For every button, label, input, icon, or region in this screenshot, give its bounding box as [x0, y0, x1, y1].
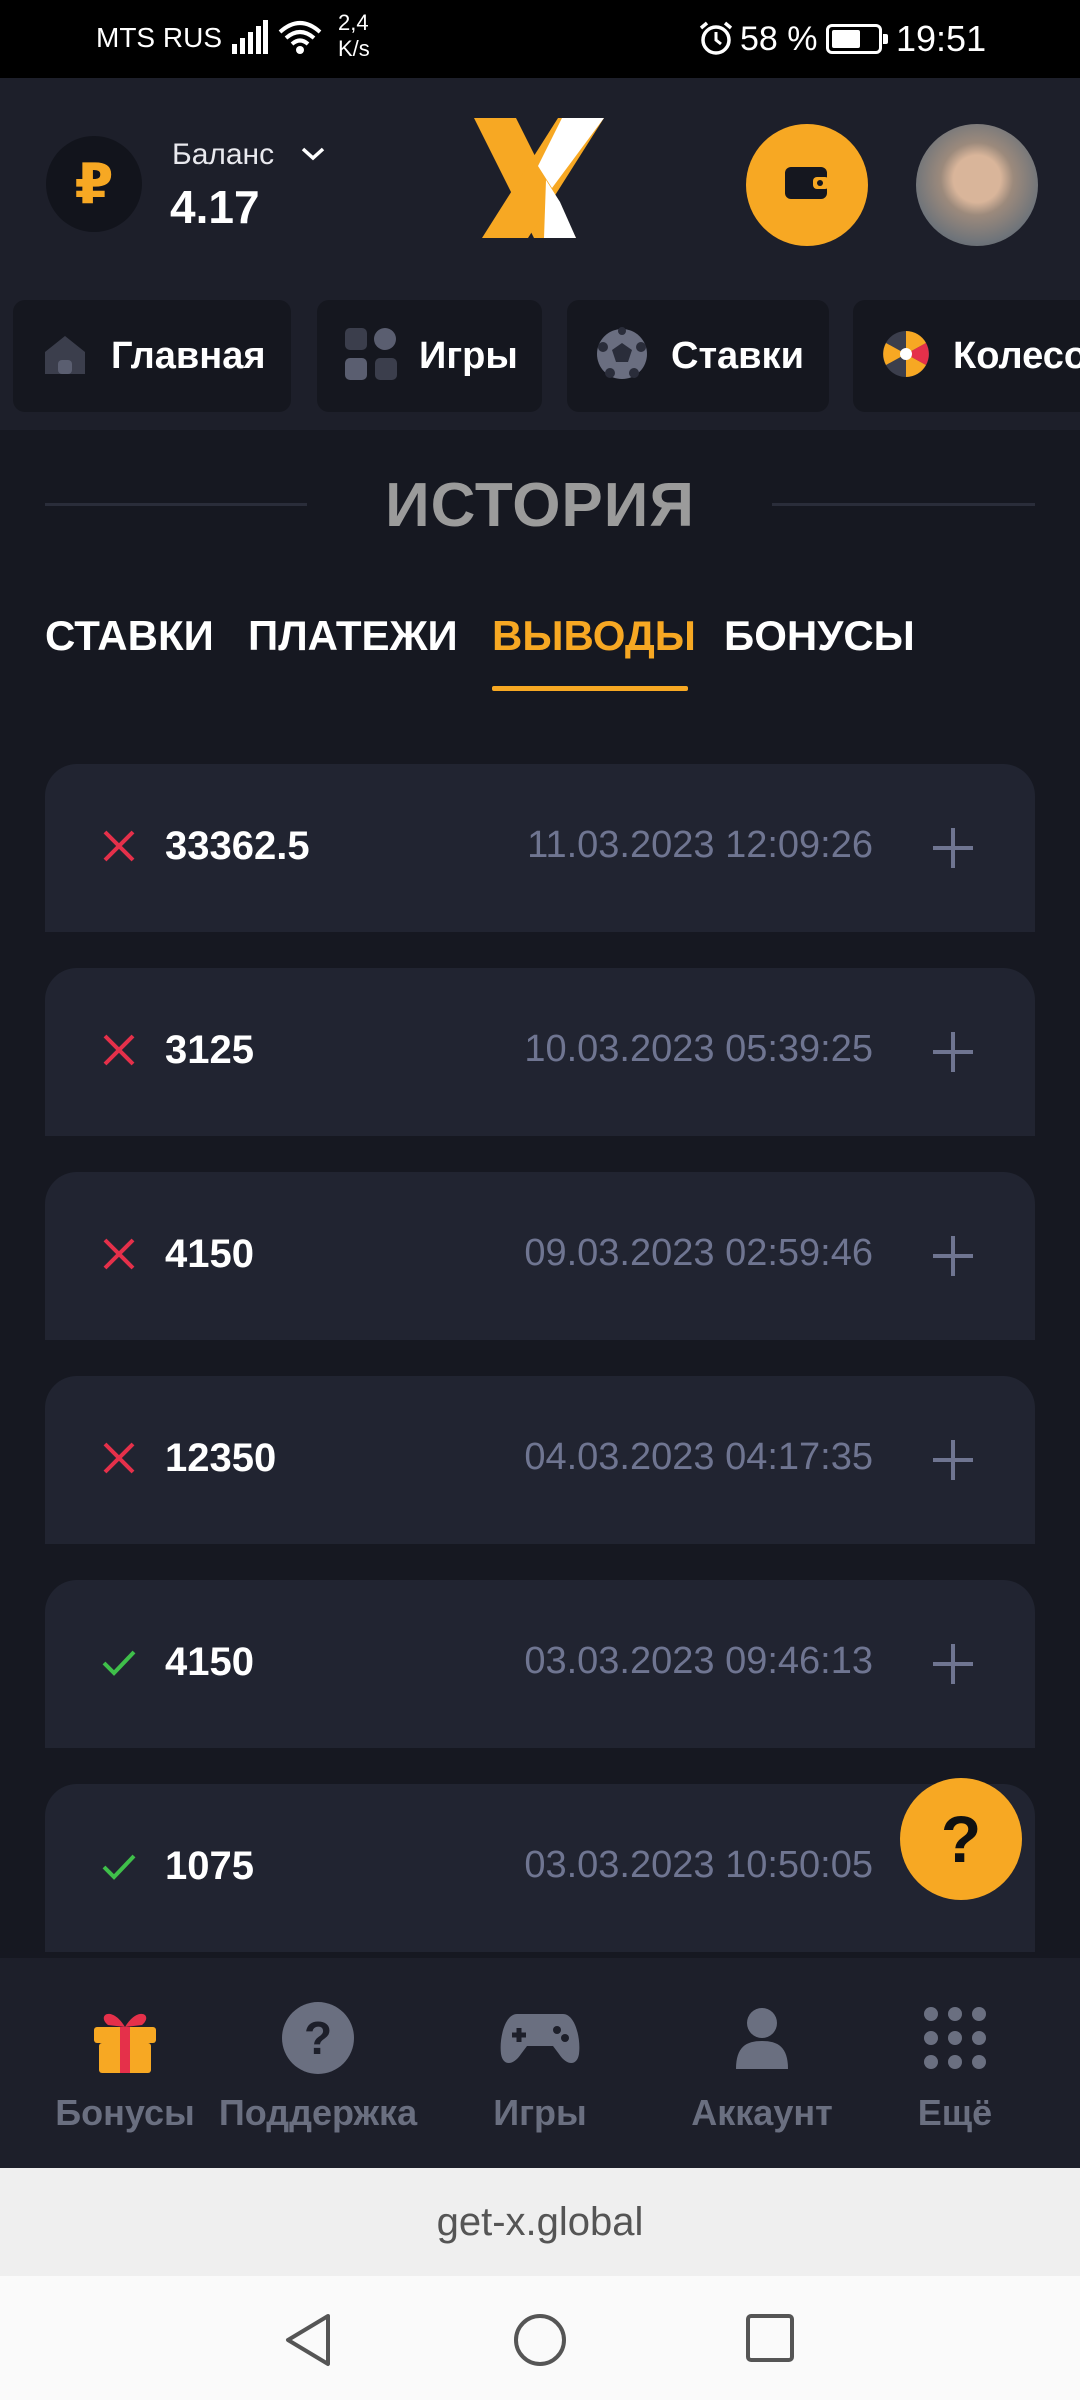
plus-icon[interactable]: [931, 1438, 975, 1487]
home-circle-icon[interactable]: [512, 2312, 568, 2373]
nav-tab-home[interactable]: Главная: [13, 300, 291, 412]
clock: 19:51: [896, 18, 987, 59]
main-nav: Главная Игры Ставки Колесо: [0, 288, 1080, 430]
app-header: ₽ Баланс 4.17: [0, 78, 1080, 288]
nav-tab-label: Колесо: [953, 334, 1080, 377]
withdrawal-amount: 3125: [165, 1028, 254, 1072]
wheel-icon: [881, 329, 931, 384]
chevron-down-icon[interactable]: [300, 144, 326, 169]
check-icon: [101, 1644, 137, 1685]
withdrawal-datetime: 11.03.2023 12:09:26: [527, 824, 873, 866]
active-tab-indicator: [492, 686, 688, 691]
battery-percent: 58 %: [740, 20, 818, 58]
bottom-nav-label: Аккаунт: [691, 2092, 833, 2133]
withdrawal-datetime: 03.03.2023 09:46:13: [524, 1640, 873, 1682]
withdrawal-row[interactable]: 1075 03.03.2023 10:50:05: [45, 1784, 1035, 1952]
withdrawal-row[interactable]: 33362.5 11.03.2023 12:09:26: [45, 764, 1035, 932]
bottom-nav-label: Бонусы: [55, 2092, 195, 2133]
help-button[interactable]: ?: [900, 1778, 1022, 1900]
check-icon: [101, 1848, 137, 1889]
plus-icon[interactable]: [931, 826, 975, 875]
page-title: ИСТОРИЯ: [385, 471, 695, 540]
bottom-nav-label: Игры: [493, 2092, 587, 2133]
dots-grid-icon: [855, 1998, 1055, 2078]
back-icon[interactable]: [282, 2312, 334, 2373]
bottom-nav-support[interactable]: ? Поддержка: [218, 1998, 418, 2134]
tab-bonuses[interactable]: БОНУСЫ: [724, 612, 915, 660]
withdrawal-amount: 12350: [165, 1436, 277, 1480]
withdrawal-amount: 1075: [165, 1844, 254, 1888]
home-icon: [41, 330, 89, 383]
balance-value: 4.17: [170, 181, 260, 233]
bottom-nav-games[interactable]: Игры: [440, 1998, 640, 2134]
network-speed-unit: K/s: [338, 36, 370, 61]
browser-url[interactable]: get-x.global: [0, 2168, 1080, 2276]
signal-icon: [232, 20, 268, 59]
x-logo[interactable]: [466, 118, 606, 238]
gift-icon: [25, 1998, 225, 2078]
withdrawal-row[interactable]: 4150 03.03.2023 09:46:13: [45, 1580, 1035, 1748]
withdrawal-row[interactable]: 3125 10.03.2023 05:39:25: [45, 968, 1035, 1136]
balance-label[interactable]: Баланс: [172, 138, 274, 172]
withdrawal-amount: 4150: [165, 1232, 254, 1276]
wifi-icon: [276, 18, 324, 63]
close-icon: [101, 1440, 137, 1481]
close-icon: [101, 828, 137, 869]
soccer-ball-icon: [595, 326, 649, 386]
bottom-nav-account[interactable]: Аккаунт: [662, 1998, 862, 2134]
nav-tab-wheel[interactable]: Колесо: [853, 300, 1080, 412]
withdrawal-row[interactable]: 12350 04.03.2023 04:17:35: [45, 1376, 1035, 1544]
nav-tab-label: Главная: [111, 334, 266, 377]
avatar[interactable]: [916, 124, 1038, 246]
battery-icon: [826, 24, 888, 54]
ruble-icon: ₽: [46, 136, 142, 232]
user-icon: [662, 1998, 862, 2078]
wallet-button[interactable]: [746, 124, 868, 246]
withdrawal-datetime: 10.03.2023 05:39:25: [524, 1028, 873, 1070]
svg-text:?: ?: [304, 2012, 332, 2064]
recents-icon[interactable]: [744, 2312, 796, 2369]
plus-icon[interactable]: [931, 1234, 975, 1283]
wallet-icon: [783, 163, 831, 208]
network-speed-value: 2,4: [338, 10, 369, 35]
network-speed: 2,4 K/s: [338, 10, 370, 62]
withdrawal-row[interactable]: 4150 09.03.2023 02:59:46: [45, 1172, 1035, 1340]
withdrawal-amount: 33362.5: [165, 824, 310, 868]
nav-tab-label: Игры: [419, 334, 518, 377]
nav-tab-bets[interactable]: Ставки: [567, 300, 829, 412]
alarm-icon: [698, 20, 734, 61]
nav-tab-games[interactable]: Игры: [317, 300, 542, 412]
bottom-nav: Бонусы ? Поддержка Игры Аккаунт Ещё: [0, 1958, 1080, 2168]
bottom-nav-label: Ещё: [917, 2092, 993, 2133]
status-bar: MTS RUS 2,4 K/s 58 % 19:51: [0, 0, 1080, 78]
nav-tab-label: Ставки: [671, 334, 804, 377]
question-circle-icon: ?: [218, 1998, 418, 2078]
tab-bets[interactable]: СТАВКИ: [45, 612, 214, 660]
bottom-nav-bonuses[interactable]: Бонусы: [25, 1998, 225, 2134]
withdrawal-datetime: 04.03.2023 04:17:35: [524, 1436, 873, 1478]
withdrawal-datetime: 09.03.2023 02:59:46: [524, 1232, 873, 1274]
close-icon: [101, 1236, 137, 1277]
bottom-nav-more[interactable]: Ещё: [855, 1998, 1055, 2134]
gamepad-icon: [440, 1998, 640, 2078]
bottom-nav-label: Поддержка: [218, 2092, 418, 2133]
carrier-name: MTS RUS: [96, 22, 222, 53]
withdrawal-datetime: 03.03.2023 10:50:05: [524, 1844, 873, 1886]
close-icon: [101, 1032, 137, 1073]
plus-icon[interactable]: [931, 1030, 975, 1079]
games-grid-icon: [345, 327, 397, 385]
withdrawal-amount: 4150: [165, 1640, 254, 1684]
plus-icon[interactable]: [931, 1642, 975, 1691]
system-nav-bar: [0, 2276, 1080, 2400]
tab-payments[interactable]: ПЛАТЕЖИ: [248, 612, 458, 660]
tab-withdrawals[interactable]: ВЫВОДЫ: [492, 612, 696, 660]
